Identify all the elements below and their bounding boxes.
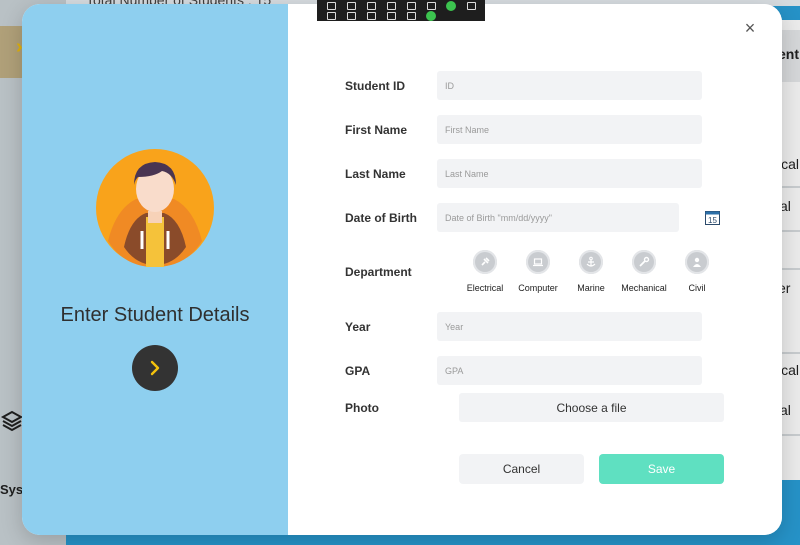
department-option-civil[interactable]: Civil bbox=[667, 250, 727, 293]
department-label: Department bbox=[345, 265, 412, 279]
department-option-label: Marine bbox=[577, 283, 605, 293]
gpa-input[interactable] bbox=[437, 356, 702, 385]
calendar-icon[interactable]: 15 bbox=[705, 210, 720, 225]
first-name-label: First Name bbox=[345, 123, 408, 137]
laptop-icon bbox=[526, 250, 550, 274]
last-name-input[interactable] bbox=[437, 159, 702, 188]
check-icon bbox=[426, 11, 436, 21]
year-label: Year bbox=[345, 320, 371, 334]
chevron-right-icon bbox=[150, 360, 160, 376]
department-option-electrical[interactable]: Electrical bbox=[455, 250, 515, 293]
department-option-label: Computer bbox=[518, 283, 558, 293]
wrench-icon bbox=[632, 250, 656, 274]
screen-capture-toolbar bbox=[317, 0, 485, 21]
person-icon bbox=[685, 250, 709, 274]
annotate-button[interactable] bbox=[401, 1, 421, 11]
anchor-icon bbox=[579, 250, 603, 274]
pointer-button[interactable] bbox=[361, 1, 381, 11]
year-input[interactable] bbox=[437, 312, 702, 341]
department-option-mechanical[interactable]: Mechanical bbox=[614, 250, 674, 293]
gpa-label: GPA bbox=[345, 364, 371, 378]
check-icon bbox=[446, 1, 456, 11]
student-id-label: Student ID bbox=[345, 79, 405, 93]
student-avatar-icon bbox=[96, 149, 214, 267]
department-option-computer[interactable]: Computer bbox=[508, 250, 568, 293]
capture-region-button[interactable] bbox=[321, 1, 341, 11]
crop-button[interactable] bbox=[361, 11, 381, 21]
ocr-button[interactable] bbox=[401, 11, 421, 21]
first-name-input[interactable] bbox=[437, 115, 702, 144]
next-button[interactable] bbox=[132, 345, 178, 391]
pointer-button[interactable] bbox=[341, 11, 361, 21]
close-button[interactable]: × bbox=[741, 19, 759, 37]
cancel-button[interactable]: Cancel bbox=[459, 454, 584, 484]
department-option-marine[interactable]: Marine bbox=[561, 250, 621, 293]
plug-icon bbox=[473, 250, 497, 274]
choose-file-button[interactable]: Choose a file bbox=[459, 393, 724, 422]
student-id-input[interactable] bbox=[437, 71, 702, 100]
save-button[interactable]: Save bbox=[599, 454, 724, 484]
date-of-birth-input[interactable] bbox=[437, 203, 679, 232]
record-video-button[interactable] bbox=[341, 1, 361, 11]
record-video-button[interactable] bbox=[321, 11, 341, 21]
department-option-label: Mechanical bbox=[621, 283, 667, 293]
last-name-label: Last Name bbox=[345, 167, 406, 181]
annotate-button[interactable] bbox=[381, 11, 401, 21]
capture-region-button[interactable] bbox=[461, 1, 481, 11]
confirm-button[interactable] bbox=[421, 11, 441, 21]
modal-left-panel: Enter Student Details bbox=[22, 4, 288, 535]
date-of-birth-label: Date of Birth bbox=[345, 211, 417, 225]
department-option-label: Civil bbox=[688, 283, 706, 293]
calendar-day: 15 bbox=[708, 216, 717, 225]
photo-label: Photo bbox=[345, 401, 379, 415]
left-panel-title: Enter Student Details bbox=[60, 304, 250, 326]
department-option-label: Electrical bbox=[466, 283, 504, 293]
confirm-button[interactable] bbox=[441, 1, 461, 11]
crop-button[interactable] bbox=[381, 1, 401, 11]
ocr-button[interactable] bbox=[421, 1, 441, 11]
